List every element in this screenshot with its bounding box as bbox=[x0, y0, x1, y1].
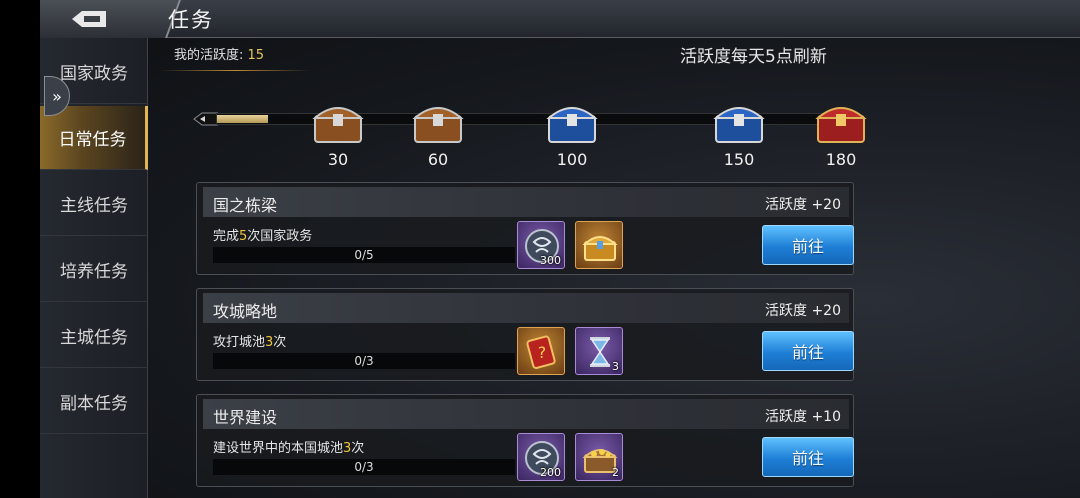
activity-chest-60[interactable] bbox=[410, 96, 466, 146]
task-header: 攻城略地 活跃度 +20 bbox=[203, 293, 849, 323]
task-progress-text: 0/5 bbox=[354, 248, 374, 262]
blue-chest-icon bbox=[713, 107, 765, 143]
back-button[interactable] bbox=[40, 0, 158, 38]
golden-chest-icon bbox=[582, 236, 618, 261]
task-desc-text: 次国家政务 bbox=[247, 229, 313, 244]
sidebar-item-label: 日常任务 bbox=[58, 130, 127, 150]
reward-count: 3 bbox=[612, 360, 619, 373]
reward-item[interactable]: 300 bbox=[517, 221, 565, 269]
task-points: 活跃度 +20 bbox=[765, 197, 841, 213]
task-desc-text: 建设世界中的本国城池 bbox=[213, 441, 344, 456]
activity-chest-150[interactable] bbox=[711, 96, 767, 146]
reward-item[interactable]: ? bbox=[517, 327, 565, 375]
task-name: 国之栋梁 bbox=[213, 196, 278, 215]
activity-progress-fill bbox=[217, 115, 268, 123]
task-card: 攻城略地 活跃度 +20 攻打城池3次 0/3 ? 3 前往 bbox=[196, 288, 854, 381]
task-desc-text: 攻打城池 bbox=[213, 335, 266, 350]
wooden-chest-icon bbox=[412, 107, 464, 143]
sidebar-item-dungeon-tasks[interactable]: 副本任务 bbox=[40, 370, 148, 434]
reward-count: 300 bbox=[540, 254, 561, 267]
chest-threshold-label: 150 bbox=[723, 150, 755, 169]
reward-item[interactable] bbox=[575, 221, 623, 269]
task-progress-text: 0/3 bbox=[354, 354, 374, 368]
task-points: 活跃度 +20 bbox=[765, 303, 841, 319]
task-desc-text: 次 bbox=[351, 441, 365, 456]
activity-score-label: 我的活跃度: bbox=[174, 48, 244, 63]
activity-chest-100[interactable] bbox=[544, 96, 600, 146]
divider bbox=[160, 70, 310, 71]
go-button[interactable]: 前往 bbox=[762, 437, 854, 477]
track-start-arrow-icon bbox=[193, 112, 218, 126]
task-description: 建设世界中的本国城池3次 bbox=[213, 437, 364, 456]
sidebar-item-city-tasks[interactable]: 主城任务 bbox=[40, 304, 148, 368]
go-button[interactable]: 前往 bbox=[762, 331, 854, 371]
top-bar: 任务 bbox=[40, 0, 1080, 38]
task-card: 世界建设 活跃度 +10 建设世界中的本国城池3次 0/3 200 2 前往 bbox=[196, 394, 854, 487]
sidebar-item-label: 副本任务 bbox=[60, 394, 128, 414]
reward-item[interactable]: 200 bbox=[517, 433, 565, 481]
go-button[interactable]: 前往 bbox=[762, 225, 854, 265]
sidebar-item-label: 主城任务 bbox=[60, 328, 128, 348]
task-points: 活跃度 +10 bbox=[765, 409, 841, 425]
chest-threshold-label: 30 bbox=[327, 150, 349, 169]
chest-threshold-label: 100 bbox=[556, 150, 588, 169]
sidebar-item-daily-tasks[interactable]: 日常任务 bbox=[40, 106, 148, 170]
sidebar-item-main-tasks[interactable]: 主线任务 bbox=[40, 172, 148, 236]
chest-threshold-label: 180 bbox=[825, 150, 857, 169]
task-desc-text: 次 bbox=[273, 335, 287, 350]
task-desc-text: 完成 bbox=[213, 229, 240, 244]
reward-count: 2 bbox=[612, 466, 619, 479]
activity-score: 我的活跃度: 15 bbox=[174, 44, 264, 63]
reward-item[interactable]: 2 bbox=[575, 433, 623, 481]
task-card: 国之栋梁 活跃度 +20 完成5次国家政务 0/5 300 前往 bbox=[196, 182, 854, 275]
task-progress-bar: 0/5 bbox=[213, 247, 515, 263]
reward-item[interactable]: 3 bbox=[575, 327, 623, 375]
activity-score-value: 15 bbox=[247, 48, 265, 63]
sidebar-item-label: 主线任务 bbox=[60, 196, 128, 216]
task-header: 世界建设 活跃度 +10 bbox=[203, 399, 849, 429]
activity-chest-30[interactable] bbox=[310, 96, 366, 146]
back-arrow-icon bbox=[72, 11, 106, 27]
sidebar-item-label: 培养任务 bbox=[60, 262, 128, 282]
task-name: 世界建设 bbox=[213, 408, 278, 427]
sidebar-item-training-tasks[interactable]: 培养任务 bbox=[40, 238, 148, 302]
activity-chest-180[interactable] bbox=[813, 96, 869, 146]
task-progress-text: 0/3 bbox=[354, 460, 374, 474]
page-title: 任务 bbox=[168, 8, 214, 32]
task-description: 攻打城池3次 bbox=[213, 331, 286, 350]
sidebar-item-label: 国家政务 bbox=[60, 64, 128, 84]
chest-threshold-label: 60 bbox=[427, 150, 449, 169]
task-description: 完成5次国家政务 bbox=[213, 225, 312, 244]
task-screen: 任务 国家政务 日常任务 主线任务 培养任务 主城任务 副本任务 » 我的活跃度… bbox=[40, 0, 1080, 498]
task-header: 国之栋梁 活跃度 +20 bbox=[203, 187, 849, 217]
task-name: 攻城略地 bbox=[213, 302, 278, 321]
refresh-note: 活跃度每天5点刷新 bbox=[680, 47, 827, 67]
blue-chest-icon bbox=[546, 107, 598, 143]
wooden-chest-icon bbox=[312, 107, 364, 143]
double-chevron-right-icon: » bbox=[52, 86, 62, 106]
red-scroll-icon: ? bbox=[526, 335, 556, 369]
reward-count: 200 bbox=[540, 466, 561, 479]
red-chest-icon bbox=[815, 107, 867, 143]
task-progress-bar: 0/3 bbox=[213, 353, 515, 369]
svg-text:?: ? bbox=[538, 343, 547, 362]
task-progress-bar: 0/3 bbox=[213, 459, 515, 475]
